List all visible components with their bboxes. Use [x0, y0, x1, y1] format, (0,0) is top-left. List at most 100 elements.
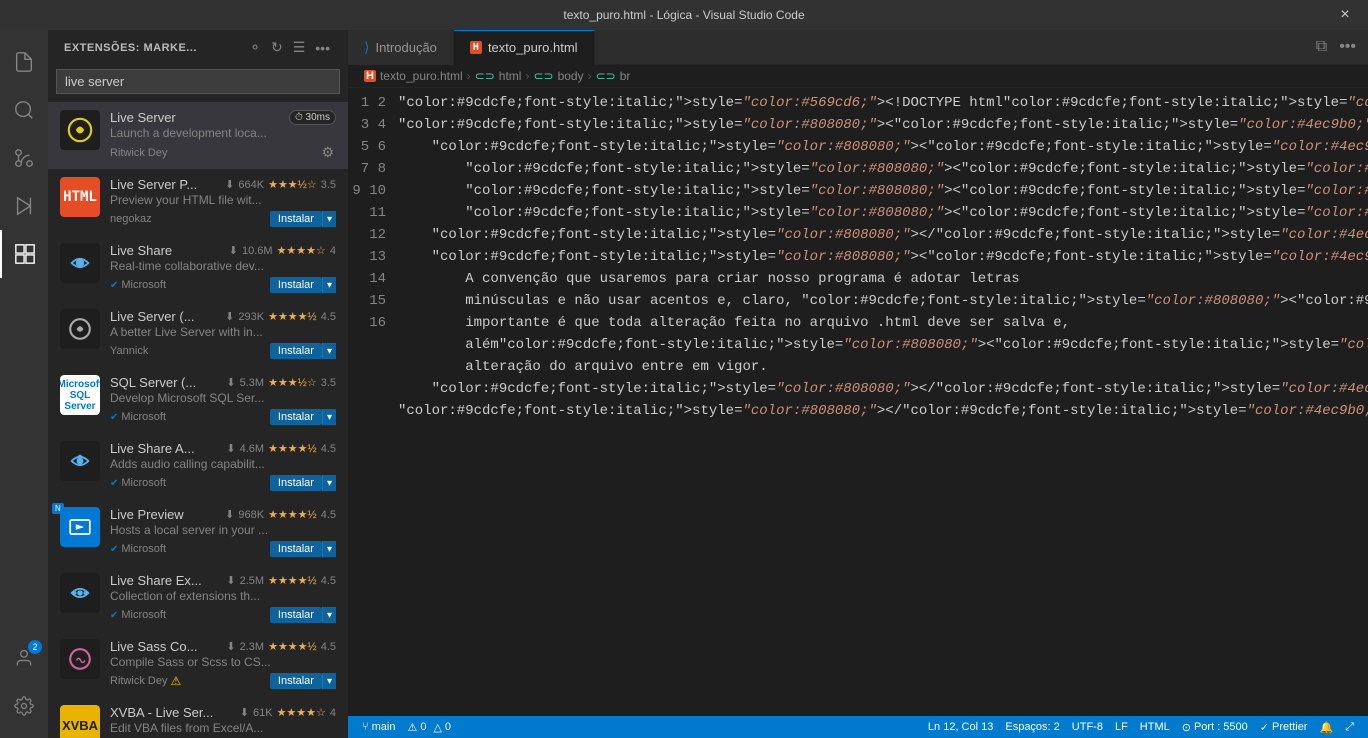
filter-icon[interactable]: ⚬ [247, 37, 263, 58]
breadcrumb-file[interactable]: H texto_puro.html [364, 69, 463, 83]
extension-item-live-share[interactable]: Live Share ⬇10.6M ★★★★☆ 4 Real-time coll… [48, 235, 348, 301]
tab-intro[interactable]: ⟩ Introdução [348, 30, 454, 65]
install-button[interactable]: Instalar [270, 409, 322, 425]
branch-name: main [372, 721, 396, 733]
status-branch[interactable]: ⑂ main [356, 716, 401, 738]
install-dropdown[interactable]: ▾ [322, 475, 336, 491]
download-count: 2.5M [240, 575, 264, 587]
ext-icon-live-sass [60, 639, 100, 679]
stars: ★★★★☆ [277, 706, 326, 719]
install-button[interactable]: Instalar [270, 673, 322, 689]
ext-info-live-sass: Live Sass Co... ⬇2.3M ★★★★½ 4.5 Compile … [110, 639, 336, 689]
status-layout[interactable]: ⤢ [1339, 716, 1360, 738]
activity-extensions[interactable] [0, 230, 48, 278]
status-language[interactable]: HTML [1134, 716, 1176, 738]
install-button[interactable]: Instalar [270, 277, 322, 293]
install-dropdown[interactable]: ▾ [322, 211, 336, 227]
ext-name-row: Live Share A... ⬇4.6M ★★★★½ 4.5 [110, 441, 336, 456]
ext-publisher: Ritwick Dey [110, 147, 167, 159]
close-button[interactable]: × [1322, 0, 1368, 30]
code-content[interactable]: "color:#9cdcfe;font-style:italic;">style… [398, 88, 1368, 716]
extensions-list: Live Server ⏱ 30ms Launch a development … [48, 102, 348, 738]
install-dropdown[interactable]: ▾ [322, 277, 336, 293]
activity-explorer[interactable] [0, 38, 48, 86]
ext-name-row: Live Sass Co... ⬇2.3M ★★★★½ 4.5 [110, 639, 336, 654]
ext-icon-live-server-2 [60, 309, 100, 349]
extension-item-live-share-a[interactable]: Live Share A... ⬇4.6M ★★★★½ 4.5 Adds aud… [48, 433, 348, 499]
status-errors[interactable]: ⚠ 0 △ 0 [401, 716, 457, 738]
status-port[interactable]: ⊙ Port : 5500 [1176, 716, 1254, 738]
download-count: 61K [253, 707, 273, 719]
list-icon[interactable]: ☰ [291, 37, 308, 58]
stars: ★★★★½ [268, 640, 317, 653]
more-icon[interactable]: ••• [313, 38, 332, 58]
sidebar-header: EXTENSÕES: MARKE... ⚬ ↻ ☰ ••• [48, 30, 348, 65]
extension-item-sql-server[interactable]: MicrosoftSQLServer SQL Server (... ⬇5.3M… [48, 367, 348, 433]
activity-settings[interactable] [0, 682, 48, 730]
rating-value: 4.5 [321, 509, 336, 521]
activity-accounts[interactable]: 2 [0, 634, 48, 682]
ext-name: Live Share A... [110, 441, 195, 456]
install-button[interactable]: Instalar [270, 541, 322, 557]
bell-icon: 🔔 [1319, 721, 1333, 734]
install-button[interactable]: Instalar [270, 607, 322, 623]
activity-search[interactable] [0, 86, 48, 134]
more-actions-button[interactable]: ••• [1335, 36, 1360, 58]
status-eol[interactable]: LF [1109, 716, 1134, 738]
install-dropdown[interactable]: ▾ [322, 607, 336, 623]
activity-run[interactable] [0, 182, 48, 230]
extension-item-live-server-2[interactable]: Live Server (... ⬇293K ★★★★½ 4.5 A bette… [48, 301, 348, 367]
status-notifications[interactable]: 🔔 [1313, 716, 1339, 738]
install-button[interactable]: Instalar [270, 211, 322, 227]
tab-texto[interactable]: H texto_puro.html [454, 30, 595, 65]
refresh-icon[interactable]: ↻ [269, 37, 285, 58]
status-position[interactable]: Ln 12, Col 13 [922, 716, 999, 738]
extension-item-live-preview[interactable]: N Live Preview ⬇968K ★★★★½ 4.5 Hosts a l… [48, 499, 348, 565]
extension-item-live-share-ex[interactable]: Live Share Ex... ⬇2.5M ★★★★½ 4.5 Collect… [48, 565, 348, 631]
breadcrumb-html-tag: html [499, 69, 522, 83]
verified-icon: ✔ [110, 478, 118, 489]
download-count: 293K [238, 311, 264, 323]
status-encoding[interactable]: UTF-8 [1066, 716, 1109, 738]
search-input[interactable] [56, 69, 340, 94]
breadcrumb-body[interactable]: ⊂⊃ body [533, 69, 583, 83]
rating-value: 3.5 [321, 179, 336, 191]
install-button[interactable]: Instalar [270, 475, 322, 491]
ext-meta: ⏱ 30ms [289, 110, 336, 125]
ext-publisher: ✔ Microsoft [110, 609, 166, 621]
install-button[interactable]: Instalar [270, 343, 322, 359]
status-indent[interactable]: Espaços: 2 [999, 716, 1065, 738]
title-bar-text: texto_puro.html - Lógica - Visual Studio… [563, 8, 804, 22]
status-prettier[interactable]: ✓ Prettier [1254, 716, 1314, 738]
ext-desc: Preview your HTML file wit... [110, 193, 336, 207]
code-editor[interactable]: 1 2 3 4 5 6 7 8 9 10 11 12 13 14 15 16 "… [348, 88, 1368, 716]
activity-bar: 2 [0, 30, 48, 738]
verified-icon: ✔ [110, 280, 118, 291]
extension-item-live-server[interactable]: Live Server ⏱ 30ms Launch a development … [48, 102, 348, 169]
split-editor-button[interactable]: ⧉ [1312, 36, 1331, 58]
indent-text: Espaços: 2 [1005, 721, 1059, 733]
download-count: 10.6M [242, 245, 273, 257]
ext-name-row: Live Server (... ⬇293K ★★★★½ 4.5 [110, 309, 336, 324]
install-dropdown[interactable]: ▾ [322, 343, 336, 359]
rating-value: 3.5 [321, 377, 336, 389]
extension-item-live-sass[interactable]: Live Sass Co... ⬇2.3M ★★★★½ 4.5 Compile … [48, 631, 348, 697]
breadcrumb-sep-1: › [467, 69, 471, 83]
ext-footer: negokaz Instalar ▾ [110, 211, 336, 227]
install-dropdown[interactable]: ▾ [322, 673, 336, 689]
ext-info-live-share-ex: Live Share Ex... ⬇2.5M ★★★★½ 4.5 Collect… [110, 573, 336, 623]
stars: ★★★★☆ [277, 244, 326, 257]
ext-meta: ⬇2.5M ★★★★½ 4.5 [226, 574, 336, 587]
activity-source-control[interactable] [0, 134, 48, 182]
prettier-icon: ✓ [1260, 721, 1269, 734]
extension-item-live-server-p[interactable]: HTML Live Server P... ⬇664K ★★★½☆ 3.5 Pr… [48, 169, 348, 235]
warning-count: 0 [445, 721, 451, 733]
install-dropdown[interactable]: ▾ [322, 541, 336, 557]
breadcrumb-html[interactable]: ⊂⊃ html [475, 69, 522, 83]
breadcrumb-br[interactable]: ⊂⊃ br [596, 69, 631, 83]
ext-footer: ✔ Microsoft Instalar ▾ [110, 409, 336, 425]
ext-publisher: ✔ Microsoft [110, 279, 166, 291]
gear-button[interactable]: ⚙ [319, 144, 336, 161]
extension-item-xvba[interactable]: XVBA XVBA - Live Ser... ⬇61K ★★★★☆ 4 Edi… [48, 697, 348, 738]
install-dropdown[interactable]: ▾ [322, 409, 336, 425]
